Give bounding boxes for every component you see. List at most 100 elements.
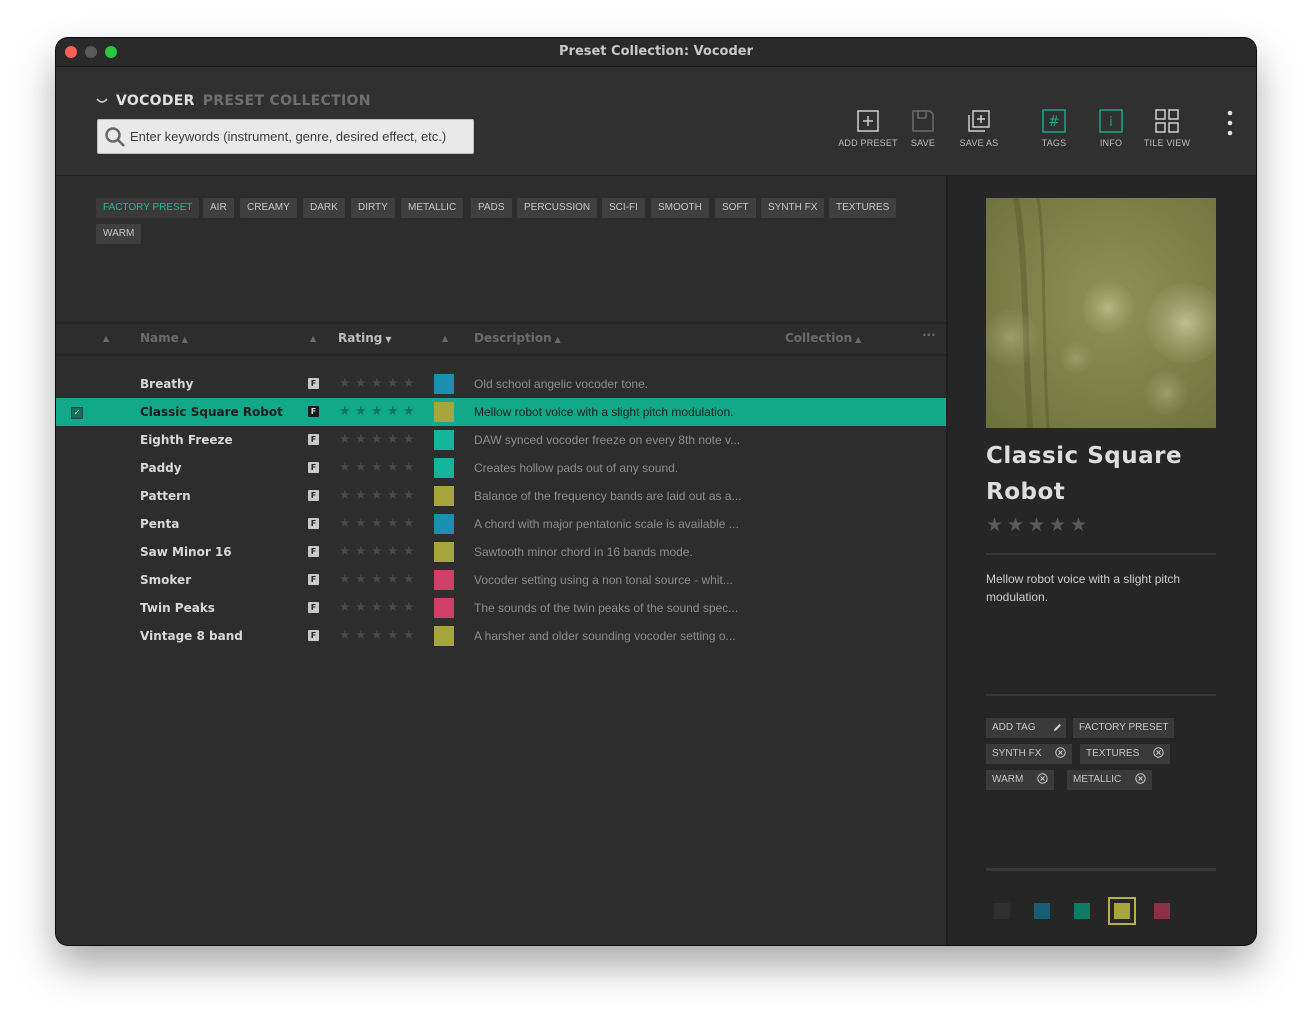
star-icon[interactable]: ★ xyxy=(1028,514,1049,536)
preset-row[interactable]: Smoker F ★ ★ ★ ★ ★ Vocoder setting using a non … xyxy=(56,566,946,594)
remove-tag-icon[interactable] xyxy=(1037,773,1048,784)
star-icon[interactable]: ★ xyxy=(387,628,403,643)
star-icon[interactable]: ★ xyxy=(403,460,419,475)
tag-filter-soft[interactable]: SOFT xyxy=(715,198,756,218)
star-icon[interactable]: ★ xyxy=(371,488,387,503)
remove-tag-icon[interactable] xyxy=(1153,747,1165,758)
star-icon[interactable]: ★ xyxy=(371,432,387,447)
preset-rating[interactable]: ★ ★ ★ ★ ★ xyxy=(339,600,419,615)
star-icon[interactable]: ★ xyxy=(339,628,355,643)
add-preset-button[interactable]: ADD PRESET xyxy=(836,109,900,148)
tile-view-button[interactable]: TILE VIEW xyxy=(1142,109,1192,148)
star-icon[interactable]: ★ xyxy=(339,460,355,475)
preset-color-swatch[interactable] xyxy=(434,430,454,450)
star-icon[interactable]: ★ xyxy=(403,628,419,643)
collection-column-header[interactable]: Collection ▲ xyxy=(785,331,861,345)
star-icon[interactable]: ★ xyxy=(355,376,371,391)
tag-filter-factory-preset[interactable]: FACTORY PRESET xyxy=(96,198,200,218)
star-icon[interactable]: ★ xyxy=(1049,514,1070,536)
star-icon[interactable]: ★ xyxy=(355,432,371,447)
star-icon[interactable]: ★ xyxy=(339,432,355,447)
preset-rating[interactable]: ★ ★ ★ ★ ★ xyxy=(339,516,419,531)
description-column-header[interactable]: Description ▲ xyxy=(474,331,561,345)
star-icon[interactable]: ★ xyxy=(403,600,419,615)
star-icon[interactable]: ★ xyxy=(403,544,419,559)
color-option[interactable] xyxy=(1108,897,1136,925)
preset-rating[interactable]: ★ ★ ★ ★ ★ xyxy=(339,404,419,419)
tag-filter-pads[interactable]: PADS xyxy=(471,198,512,218)
select-column-sort[interactable]: ▲ xyxy=(103,334,109,343)
star-icon[interactable]: ★ xyxy=(355,488,371,503)
preset-row[interactable]: Eighth Freeze F ★ ★ ★ ★ ★ DAW synced vocoder fr… xyxy=(56,426,946,454)
preset-row[interactable]: Vintage 8 band F ★ ★ ★ ★ ★ A harsher and older … xyxy=(56,622,946,650)
preset-color-swatch[interactable] xyxy=(434,374,454,394)
color-column-sort[interactable]: ▲ xyxy=(442,334,448,343)
star-icon[interactable]: ★ xyxy=(371,572,387,587)
star-icon[interactable]: ★ xyxy=(403,376,419,391)
star-icon[interactable]: ★ xyxy=(371,516,387,531)
preset-color-swatch[interactable] xyxy=(434,402,454,422)
preset-rating[interactable]: ★ ★ ★ ★ ★ xyxy=(339,628,419,643)
star-icon[interactable]: ★ xyxy=(1070,514,1091,536)
star-icon[interactable]: ★ xyxy=(371,628,387,643)
star-icon[interactable]: ★ xyxy=(387,600,403,615)
color-option[interactable] xyxy=(1154,903,1170,919)
name-column-header[interactable]: Name ▲ xyxy=(140,331,188,345)
star-icon[interactable]: ★ xyxy=(403,488,419,503)
star-icon[interactable]: ★ xyxy=(371,544,387,559)
star-icon[interactable]: ★ xyxy=(339,488,355,503)
save-button[interactable]: SAVE xyxy=(906,109,940,148)
star-icon[interactable]: ★ xyxy=(339,404,355,419)
tag-filter-textures[interactable]: TEXTURES xyxy=(829,198,897,218)
tag-filter-warm[interactable]: WARM xyxy=(96,224,142,244)
preset-color-swatch[interactable] xyxy=(434,598,454,618)
preset-color-swatch[interactable] xyxy=(434,542,454,562)
star-icon[interactable]: ★ xyxy=(355,628,371,643)
tag-filter-percussion[interactable]: PERCUSSION xyxy=(517,198,598,218)
collapse-chevron-icon[interactable] xyxy=(96,96,108,106)
tag-filter-air[interactable]: AIR xyxy=(203,198,234,218)
tag-filter-metallic[interactable]: METALLIC xyxy=(401,198,464,218)
star-icon[interactable]: ★ xyxy=(387,376,403,391)
preset-rating[interactable]: ★ ★ ★ ★ ★ xyxy=(339,572,419,587)
preset-rating[interactable]: ★ ★ ★ ★ ★ xyxy=(339,376,419,391)
preset-color-swatch[interactable] xyxy=(434,514,454,534)
preset-row[interactable]: ✓ Classic Square Robot F ★ ★ ★ ★ ★ Mellow robot … xyxy=(56,398,946,426)
preset-rating[interactable]: ★ ★ ★ ★ ★ xyxy=(986,514,1091,536)
search-input[interactable] xyxy=(130,121,470,152)
preset-row[interactable]: Paddy F ★ ★ ★ ★ ★ Creates hollow pads out of an… xyxy=(56,454,946,482)
star-icon[interactable]: ★ xyxy=(387,488,403,503)
preset-rating[interactable]: ★ ★ ★ ★ ★ xyxy=(339,460,419,475)
tag-filter-creamy[interactable]: CREAMY xyxy=(240,198,297,218)
preset-row[interactable]: Penta F ★ ★ ★ ★ ★ A chord with major pentatonic… xyxy=(56,510,946,538)
preset-row[interactable]: Breathy F ★ ★ ★ ★ ★ Old school angelic vocoder … xyxy=(56,370,946,398)
preset-row[interactable]: Twin Peaks F ★ ★ ★ ★ ★ The sounds of the twin p… xyxy=(56,594,946,622)
remove-tag-icon[interactable] xyxy=(1135,773,1146,784)
star-icon[interactable]: ★ xyxy=(355,544,371,559)
tag-filter-smooth[interactable]: SMOOTH xyxy=(651,198,709,218)
star-icon[interactable]: ★ xyxy=(387,432,403,447)
tag-filter-synth-fx[interactable]: SYNTH FX xyxy=(761,198,825,218)
star-icon[interactable]: ★ xyxy=(387,544,403,559)
star-icon[interactable]: ★ xyxy=(339,600,355,615)
search-box[interactable] xyxy=(97,119,474,154)
more-options-icon[interactable] xyxy=(1226,109,1234,137)
column-options-button[interactable]: ··· xyxy=(922,328,936,342)
remove-tag-icon[interactable] xyxy=(1055,747,1067,758)
preset-rating[interactable]: ★ ★ ★ ★ ★ xyxy=(339,488,419,503)
preset-rating[interactable]: ★ ★ ★ ★ ★ xyxy=(339,432,419,447)
star-icon[interactable]: ★ xyxy=(1007,514,1028,536)
star-icon[interactable]: ★ xyxy=(339,544,355,559)
save-as-button[interactable]: SAVE AS xyxy=(956,109,1002,148)
star-icon[interactable]: ★ xyxy=(371,600,387,615)
info-toggle-button[interactable]: i INFO xyxy=(1096,109,1126,148)
preset-description[interactable]: Mellow robot voice with a slight pitch m… xyxy=(986,570,1218,606)
tag-filter-dark[interactable]: DARK xyxy=(303,198,345,218)
star-icon[interactable]: ★ xyxy=(403,404,419,419)
star-icon[interactable]: ★ xyxy=(387,404,403,419)
star-icon[interactable]: ★ xyxy=(355,572,371,587)
check-icon[interactable]: ✓ xyxy=(71,407,83,419)
star-icon[interactable]: ★ xyxy=(986,514,1007,536)
add-tag-button[interactable]: ADD TAG xyxy=(986,718,1066,738)
star-icon[interactable]: ★ xyxy=(339,516,355,531)
